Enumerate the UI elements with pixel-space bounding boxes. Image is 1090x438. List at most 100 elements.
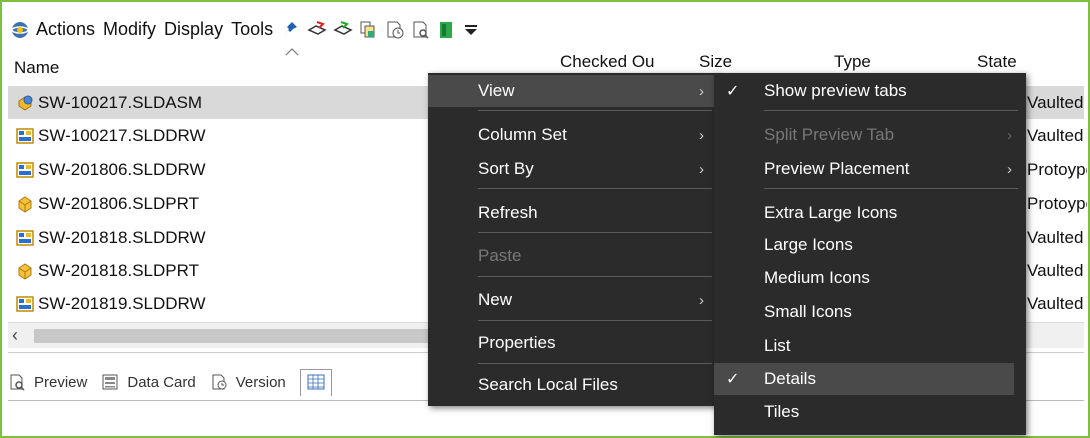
menu-separator (478, 110, 712, 111)
menu-modify[interactable]: Modify (103, 19, 156, 40)
explorer-window: Actions Modify Display Tools Name Checke… (0, 0, 1090, 438)
tab-label: Data Card (127, 373, 196, 391)
file-state: Protoype (1027, 193, 1087, 213)
menu-separator (764, 110, 1018, 111)
column-header-state[interactable]: State (977, 52, 1017, 74)
check-out-icon[interactable] (307, 20, 327, 38)
menu-separator (478, 363, 712, 364)
menu-item-label: Medium Icons (764, 268, 870, 287)
menu-item-label: Refresh (478, 203, 538, 222)
file-name: SW-201806.SLDDRW (38, 159, 206, 179)
view-submenu: ✓ Show preview tabs Split Preview Tab › … (714, 73, 1026, 435)
tab-preview[interactable]: Preview (8, 373, 87, 391)
submenu-arrow-icon: › (699, 160, 704, 178)
file-state: Vaulted (1027, 92, 1084, 112)
part-icon (16, 262, 34, 280)
check-in-icon[interactable] (333, 20, 353, 38)
tab-data-card[interactable]: Data Card (101, 373, 196, 391)
menu-item-large-icons[interactable]: Large Icons (714, 229, 1026, 261)
menu-item-split-preview-tab: Split Preview Tab › (714, 119, 1026, 151)
file-name: SW-201818.SLDPRT (38, 260, 199, 280)
search-document-icon[interactable] (411, 20, 429, 39)
menu-item-refresh[interactable]: Refresh (428, 197, 718, 229)
menu-item-paste: Paste (428, 240, 718, 272)
menu-item-label: Column Set (478, 125, 567, 144)
context-menu: View › Column Set › Sort By › Refresh Pa… (428, 73, 718, 406)
menu-item-label: Extra Large Icons (764, 203, 898, 222)
column-header-name[interactable]: Name (14, 58, 59, 80)
file-name: SW-100217.SLDASM (38, 92, 203, 112)
file-state: Vaulted (1027, 260, 1084, 280)
drawing-icon (16, 229, 34, 247)
menu-item-extra-large-icons[interactable]: Extra Large Icons (714, 197, 1026, 229)
menu-item-label: Paste (478, 246, 522, 265)
file-state: Vaulted (1027, 293, 1084, 313)
submenu-arrow-icon: › (699, 126, 704, 144)
menu-item-label: Properties (478, 333, 556, 352)
file-name: SW-201819.SLDDRW (38, 293, 206, 313)
part-icon (16, 195, 34, 213)
menu-item-label: Sort By (478, 159, 534, 178)
menu-item-label: Tiles (764, 402, 800, 421)
menu-item-preview-placement[interactable]: Preview Placement › (714, 153, 1026, 185)
menu-item-label: List (764, 336, 791, 355)
menu-item-small-icons[interactable]: Small Icons (714, 296, 1026, 328)
menu-actions[interactable]: Actions (36, 19, 95, 40)
copy-tree-icon[interactable] (359, 20, 377, 38)
checkmark-icon: ✓ (726, 83, 740, 100)
drawing-icon (16, 295, 34, 313)
column-header-checked-out[interactable]: Checked Ou (560, 52, 655, 74)
file-state: Vaulted (1027, 227, 1084, 247)
menu-item-label: Preview Placement (764, 159, 910, 178)
scrollbar-thumb[interactable] (34, 329, 434, 343)
menu-item-view[interactable]: View › (428, 75, 718, 107)
menu-separator (478, 232, 712, 233)
column-header-type[interactable]: Type (834, 52, 871, 74)
drawing-icon (16, 161, 34, 179)
submenu-arrow-icon: › (1007, 160, 1012, 178)
menu-item-properties[interactable]: Properties (428, 327, 718, 359)
tab-bill-of-materials[interactable] (299, 368, 332, 396)
version-icon (210, 373, 228, 391)
menu-item-medium-icons[interactable]: Medium Icons (714, 262, 1026, 294)
menu-item-label: Show preview tabs (764, 81, 907, 100)
menu-item-list[interactable]: List (714, 330, 1026, 362)
menu-item-new[interactable]: New › (428, 284, 718, 316)
menu-separator (478, 320, 712, 321)
file-state: Vaulted (1027, 125, 1084, 145)
exit-door-icon[interactable] (437, 20, 455, 38)
menu-item-label: Details (764, 369, 816, 388)
file-state: Protoype (1027, 159, 1087, 179)
menu-item-sort-by[interactable]: Sort By › (428, 153, 718, 185)
submenu-arrow-icon: › (1007, 126, 1012, 144)
checkmark-icon: ✓ (726, 371, 740, 388)
drawing-icon (16, 127, 34, 145)
toolbar: Actions Modify Display Tools (10, 12, 481, 46)
history-icon[interactable] (385, 20, 404, 39)
submenu-arrow-icon: › (699, 82, 704, 100)
vault-globe-icon[interactable] (10, 20, 29, 38)
menu-separator (478, 188, 712, 189)
submenu-arrow-icon: › (699, 291, 704, 309)
menu-display[interactable]: Display (164, 19, 223, 40)
toolbar-overflow-icon[interactable] (463, 20, 481, 38)
menu-separator (478, 276, 712, 277)
menu-item-search-local-files[interactable]: Search Local Files (428, 369, 718, 401)
tab-version[interactable]: Version (210, 373, 286, 391)
menu-item-details[interactable]: ✓ Details (714, 363, 1014, 395)
tab-label: Preview (34, 373, 88, 391)
column-header-size[interactable]: Size (699, 52, 732, 74)
menu-item-label: Small Icons (764, 302, 852, 321)
menu-item-label: View (478, 81, 515, 100)
menu-item-label: Split Preview Tab (764, 125, 895, 144)
menu-item-tiles[interactable]: Tiles (714, 396, 1026, 428)
menu-item-column-set[interactable]: Column Set › (428, 119, 718, 151)
menu-tools[interactable]: Tools (231, 19, 273, 40)
table-grid-icon (307, 374, 325, 392)
tab-label: Version (235, 373, 286, 391)
menu-item-show-preview-tabs[interactable]: ✓ Show preview tabs (714, 75, 1026, 107)
menu-item-label: Search Local Files (478, 375, 618, 394)
scroll-left-icon[interactable]: ‹ (12, 325, 18, 346)
file-name: SW-201806.SLDPRT (38, 193, 199, 213)
pin-icon[interactable] (281, 20, 299, 38)
